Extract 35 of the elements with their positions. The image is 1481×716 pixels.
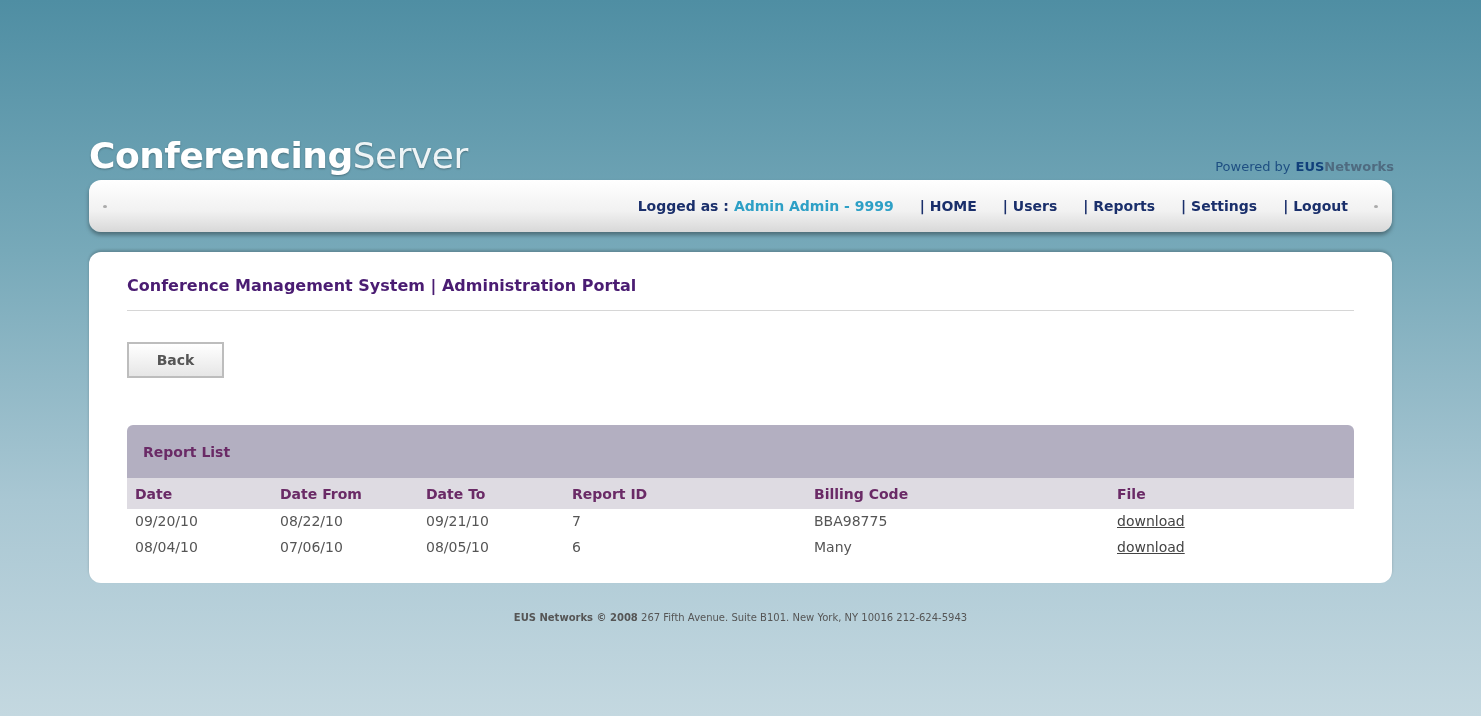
column-header: Date To [418, 478, 564, 509]
table-cell-text: Many [813, 538, 853, 557]
back-button[interactable]: Back [127, 342, 224, 378]
table-cell-text: 6 [571, 538, 582, 557]
column-header: Date From [272, 478, 418, 509]
table-cell-text: 09/20/10 [134, 512, 199, 531]
column-header: File [1109, 478, 1354, 509]
download-link[interactable]: download [1117, 513, 1185, 529]
table-cell-text: 08/22/10 [279, 512, 344, 531]
nav-link[interactable]: | HOME [919, 198, 977, 214]
page-title: Conference Management System | Administration Portal [127, 276, 1354, 311]
download-link[interactable]: download [1117, 539, 1185, 555]
brand-text: EUS [1295, 159, 1325, 174]
logo-text: Server [352, 135, 468, 176]
nav-link[interactable]: | Reports [1083, 198, 1156, 214]
table-cell-text: 08/04/10 [134, 538, 199, 557]
powered-by-text: Powered by [1215, 159, 1291, 174]
logged-as-label: Logged as : [637, 198, 729, 214]
user-name: Admin Admin - 9999 [733, 198, 894, 214]
logo-text: Conferencing [89, 135, 353, 176]
footer-text: EUS Networks © 2008 267 Fifth Avenue. Suite B101. New York, NY 10016 212-624-5943 [512, 612, 969, 623]
column-header: Billing Code [806, 478, 1109, 509]
table-cell-text: 07/06/10 [279, 538, 344, 557]
table-cell-text: 09/21/10 [425, 512, 490, 531]
nav-link[interactable]: | Settings [1181, 198, 1258, 214]
nav-link[interactable]: | Users [1002, 198, 1058, 214]
report-list-header: Report List [127, 425, 1354, 478]
table-cell-text: 08/05/10 [425, 538, 490, 557]
column-header: Date [127, 478, 272, 509]
dot-icon [1374, 204, 1378, 208]
dot-icon [103, 204, 107, 208]
table-cell-text: BBA98775 [813, 512, 889, 531]
column-header: Report ID [564, 478, 806, 509]
table-cell-text: 7 [571, 512, 582, 531]
nav-link[interactable]: | Logout [1283, 198, 1348, 214]
